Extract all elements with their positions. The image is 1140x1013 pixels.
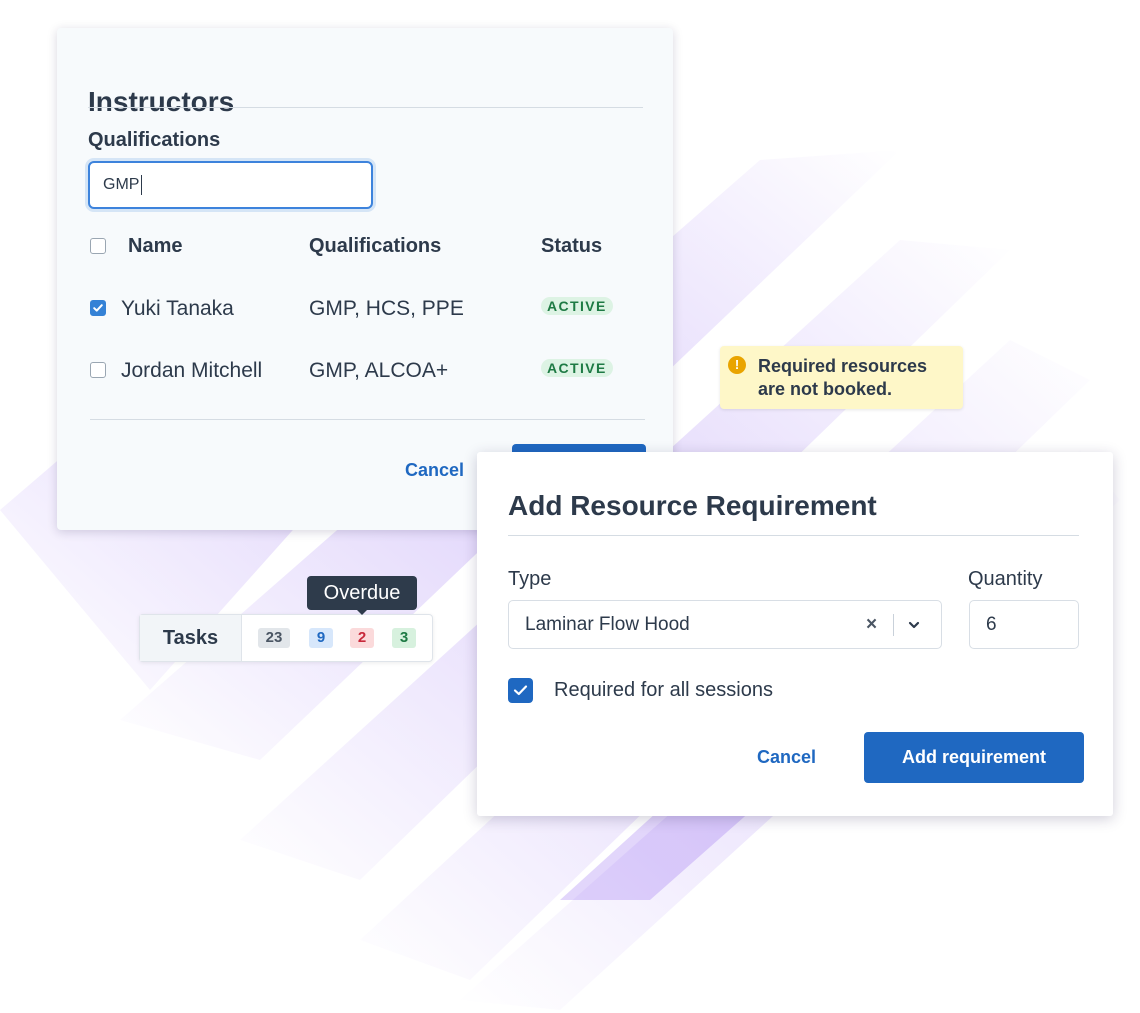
dialog-title: Add Resource Requirement [508, 490, 877, 521]
select-divider [893, 614, 894, 636]
instructor-name: Jordan Mitchell [121, 359, 263, 382]
completed-count-badge[interactable]: 3 [392, 628, 416, 648]
instructor-qualifications: GMP, ALCOA+ [309, 359, 449, 382]
type-select-value: Laminar Flow Hood [525, 614, 690, 635]
instructor-qualifications: GMP, HCS, PPE [309, 297, 464, 320]
footer-divider [90, 419, 645, 420]
chevron-down-icon[interactable] [907, 618, 921, 632]
quantity-input[interactable]: 6 [969, 600, 1079, 649]
qualifications-filter-input[interactable]: GMP [88, 161, 373, 209]
add-resource-dialog: Add Resource Requirement Type Quantity L… [477, 452, 1113, 816]
overdue-tooltip: Overdue [307, 576, 417, 610]
row-checkbox[interactable] [90, 300, 106, 316]
tasks-widget: Tasks 23 9 2 3 [139, 614, 433, 662]
row-checkbox[interactable] [90, 362, 106, 378]
filter-input-value: GMP [103, 176, 140, 193]
cancel-button[interactable]: Cancel [405, 460, 464, 481]
filter-label: Qualifications [88, 129, 221, 151]
add-requirement-button[interactable]: Add requirement [864, 732, 1084, 783]
overdue-count-badge[interactable]: 2 [350, 628, 374, 648]
column-header-qualifications[interactable]: Qualifications [309, 235, 441, 258]
column-header-status[interactable]: Status [541, 235, 602, 258]
exclamation-icon: ! [728, 356, 746, 374]
status-badge: ACTIVE [541, 359, 613, 377]
instructor-name: Yuki Tanaka [121, 297, 234, 320]
cancel-button[interactable]: Cancel [757, 747, 816, 768]
check-icon [93, 304, 103, 312]
check-icon [513, 685, 528, 696]
select-all-checkbox[interactable] [90, 238, 106, 254]
clear-icon[interactable]: × [866, 614, 877, 636]
required-all-sessions-label[interactable]: Required for all sessions [554, 678, 773, 703]
panel-title: Instructors [88, 86, 235, 117]
type-label: Type [508, 568, 552, 590]
in-progress-count-badge[interactable]: 9 [309, 628, 333, 648]
title-divider [508, 535, 1079, 536]
column-header-name[interactable]: Name [128, 235, 182, 258]
required-all-sessions-checkbox[interactable] [508, 678, 533, 703]
tooltip-arrow [356, 609, 368, 615]
total-count-badge[interactable]: 23 [258, 628, 290, 648]
type-select[interactable]: Laminar Flow Hood × [508, 600, 942, 649]
tasks-label: Tasks [140, 615, 242, 661]
title-divider [88, 107, 643, 108]
warning-callout: ! Required resources are not booked. [720, 346, 963, 409]
warning-text: Required resources are not booked. [758, 356, 928, 399]
text-caret [141, 175, 143, 195]
quantity-label: Quantity [968, 568, 1043, 590]
status-badge: ACTIVE [541, 297, 613, 315]
